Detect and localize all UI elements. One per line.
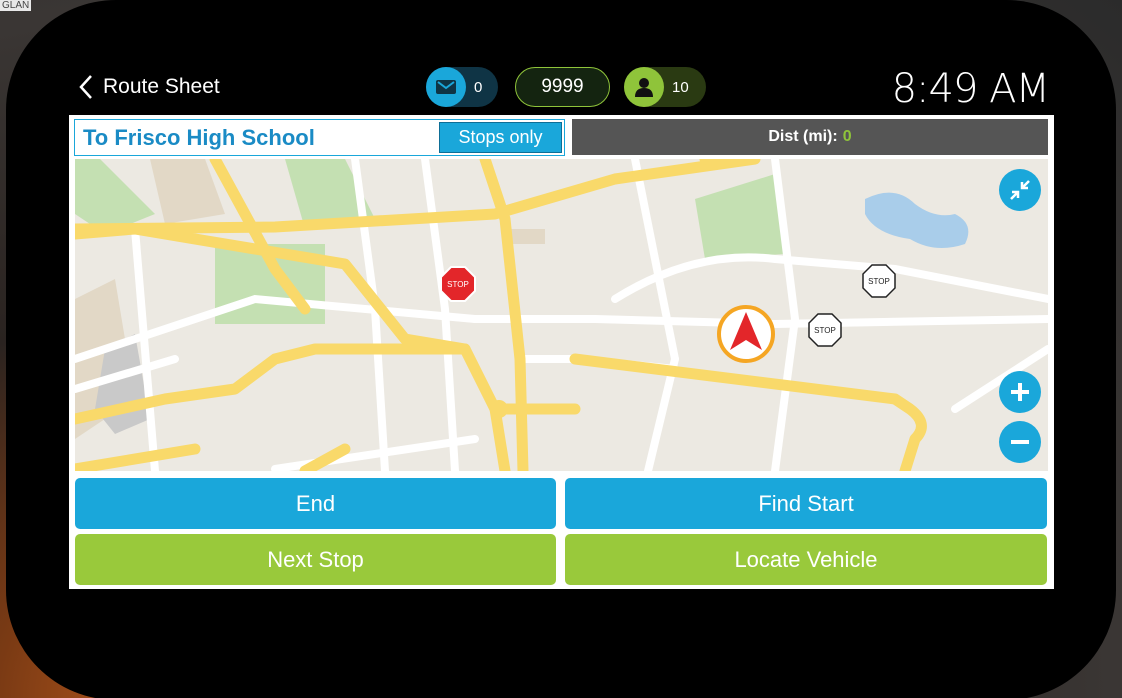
- locate-vehicle-button[interactable]: Locate Vehicle: [565, 534, 1047, 585]
- distance-value: 0: [842, 128, 852, 145]
- stop-marker-text: STOP: [814, 326, 836, 335]
- riders-badge[interactable]: 10: [624, 67, 706, 107]
- route-title-box: To Frisco High School Stops only: [74, 119, 565, 156]
- clock: 8:49 AM: [891, 66, 1050, 112]
- stop-sign-text: STOP: [447, 280, 469, 289]
- stop-marker-text: STOP: [868, 277, 890, 286]
- route-map[interactable]: STOP STOP STOP: [75, 159, 1048, 471]
- next-stop-button[interactable]: Next Stop: [75, 534, 556, 585]
- zoom-out-icon[interactable]: [999, 421, 1041, 463]
- route-number-badge[interactable]: 9999: [515, 67, 610, 107]
- distance-display: Dist (mi): 0: [572, 119, 1048, 155]
- stop-sign-icon[interactable]: STOP: [440, 266, 476, 302]
- find-start-button[interactable]: Find Start: [565, 478, 1047, 529]
- riders-count: 10: [672, 78, 689, 96]
- stop-marker-icon[interactable]: STOP: [808, 313, 842, 347]
- person-icon: [624, 67, 664, 107]
- mail-icon: [426, 67, 466, 107]
- route-title: To Frisco High School: [83, 125, 315, 150]
- background-label: GLAN: [0, 0, 32, 11]
- zoom-in-icon[interactable]: [999, 371, 1041, 413]
- back-label: Route Sheet: [103, 75, 220, 98]
- messages-badge[interactable]: 0: [426, 67, 498, 107]
- top-bar: Route Sheet 0 9999 10 8:49 AM: [69, 62, 1054, 115]
- stop-marker-icon[interactable]: STOP: [862, 264, 896, 298]
- messages-count: 0: [474, 78, 483, 96]
- back-button[interactable]: Route Sheet: [79, 74, 220, 100]
- chevron-left-icon: [79, 75, 92, 99]
- app-screen: Route Sheet 0 9999 10 8:49 AM To Frisco …: [69, 62, 1054, 589]
- map-canvas: [75, 159, 1048, 471]
- collapse-icon[interactable]: [999, 169, 1041, 211]
- distance-label: Dist (mi):: [768, 128, 838, 145]
- stops-only-button[interactable]: Stops only: [439, 122, 562, 153]
- vehicle-arrow-icon[interactable]: [716, 304, 776, 364]
- end-button[interactable]: End: [75, 478, 556, 529]
